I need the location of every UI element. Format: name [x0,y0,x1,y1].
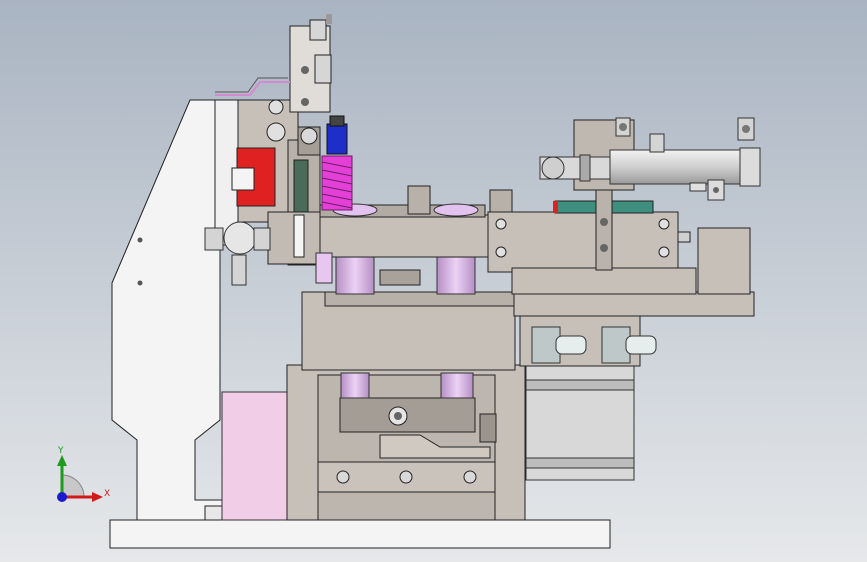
gripper-white-bar [293,214,305,258]
valve-fitting-top [309,19,327,41]
red-clamp-inner [231,167,255,191]
z-axis-dot [57,492,67,502]
cylinder-port-fitting-3 [737,117,755,141]
valve-fitting-side [314,54,332,84]
slide-red-edge [553,201,558,213]
lower-bolt-center-hole [394,412,402,420]
rail-bolt-3 [463,470,477,484]
rail-bolt-1 [336,470,350,484]
frame-hole-1 [137,237,143,243]
upper-table-block-small [407,185,431,215]
slide-bolt-2 [495,246,507,258]
lower-bearing-left [340,372,370,399]
upper-table-block-right [489,189,513,213]
cylinder-end-cap [739,147,761,187]
vertical-plate-bolt-2 [600,244,608,252]
motor-flange-top [525,379,635,391]
cylinder-body [609,149,761,185]
vertical-plate-bolt-1 [600,218,608,226]
magenta-spring [321,155,353,211]
right-slide-block [487,211,679,273]
cad-viewport[interactable]: Y X [0,0,867,562]
side-fitting-nub [677,231,691,243]
gripper-top-bolt-2 [268,99,284,115]
cylinder-port-fitting-1 [615,117,631,137]
motor-flange-mid [525,457,635,469]
blue-fitting [326,123,348,155]
motor-mount-block [697,227,751,295]
cylinder-port-fitting-2 [649,133,665,153]
y-axis-label: Y [57,446,64,456]
upper-bearing-cap-right [433,203,479,217]
gripper-top-bolt [266,122,286,142]
valve-screw-1 [301,66,309,74]
lower-pink-slider [315,252,333,284]
base-plate [109,519,611,549]
valve-screw-2 [301,98,309,106]
lower-slot [339,397,476,433]
frame-hole-2 [137,280,143,286]
x-axis-label: X [104,489,110,499]
right-extension-plate [513,291,755,317]
slide-lower-step [511,267,697,295]
slide-bolt-1 [495,218,507,230]
rail-bolt-2 [399,470,413,484]
cylinder-knuckle [541,156,565,180]
cylinder-rod-nut [579,154,591,182]
upper-table-block [297,214,489,258]
slide-bolt-3 [658,218,670,230]
lower-side-knob [479,413,497,443]
valve-stem-top [326,14,332,24]
cad-model-view[interactable]: Y X [0,0,867,562]
gripper-knob [300,127,318,145]
lower-bearing-right [440,372,474,399]
center-connector [379,269,421,286]
pink-side-panel [221,391,289,521]
blue-fitting-cap [329,115,345,127]
slide-bolt-4 [658,246,670,258]
gripper-rail-slot [293,159,309,216]
